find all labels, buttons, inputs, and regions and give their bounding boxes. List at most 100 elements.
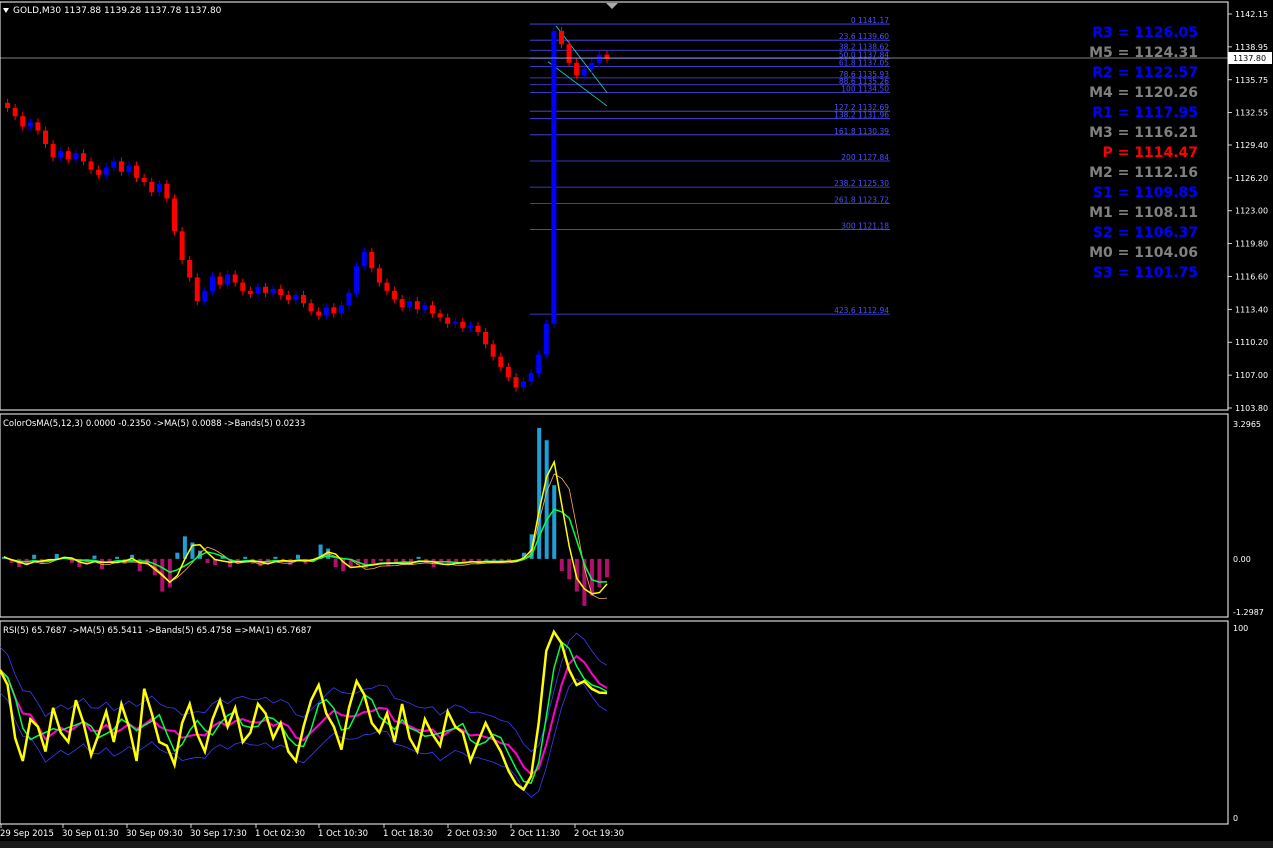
time-tick-label: 1 Oct 10:30: [318, 829, 368, 839]
price-bar-body: [156, 184, 162, 193]
price-tick-label: 1135.75: [1235, 76, 1268, 85]
fib-level-label: 200 1127.84: [841, 153, 889, 162]
osma-bar: [175, 552, 180, 559]
rsi-header: RSI(5) 65.7687 ->MA(5) 65.5411 ->Bands(5…: [3, 626, 312, 636]
price-bar-body: [498, 356, 504, 367]
time-tick-label: 30 Sep 09:30: [126, 829, 183, 839]
price-bar-body: [414, 301, 420, 310]
osma-bar: [544, 440, 549, 559]
price-bar-body: [134, 165, 140, 178]
osma-bar: [378, 558, 383, 561]
price-bar-body: [285, 294, 291, 301]
price-bar-body: [521, 381, 527, 388]
pivot-level-label: S2 = 1106.37: [1093, 225, 1198, 241]
price-tick-label: 1116.60: [1235, 272, 1268, 281]
osma-bar: [597, 558, 602, 588]
osma-bar: [605, 558, 609, 578]
price-bar-body: [103, 167, 109, 175]
price-bar-body: [96, 169, 102, 175]
price-bar-body: [551, 30, 557, 324]
price-bar-body: [58, 151, 64, 158]
fib-level-label: 300 1121.18: [841, 221, 889, 230]
price-bar-body: [475, 325, 481, 332]
pivot-level-label: R2 = 1122.57: [1092, 65, 1198, 81]
price-bar-body: [316, 311, 322, 316]
price-bar-body: [513, 377, 519, 388]
pivot-level-label: S3 = 1101.75: [1093, 265, 1198, 281]
osma-bar: [205, 558, 210, 563]
price-bar-body: [5, 102, 11, 109]
price-bar-body: [460, 321, 466, 328]
price-bar-body: [301, 294, 306, 304]
price-bar-body: [80, 153, 86, 162]
time-tick-label: 2 Oct 03:30: [447, 829, 497, 839]
rsi-tick-label: 0: [1233, 814, 1238, 823]
pivot-level-label: P = 1114.47: [1102, 145, 1198, 161]
osma-bar: [469, 558, 474, 561]
price-bar-body: [528, 373, 534, 382]
time-tick-label: 1 Oct 02:30: [255, 829, 305, 839]
rsi-tick-label: 100: [1233, 624, 1248, 633]
osma-bar: [115, 556, 120, 559]
price-tick-label: 1110.20: [1235, 338, 1268, 347]
pivot-level-label: R3 = 1126.05: [1092, 25, 1198, 41]
fib-level-label: 0 1141.17: [851, 16, 889, 25]
price-bar-body: [111, 161, 117, 168]
price-tick-label: 1123.00: [1235, 207, 1268, 216]
price-bar-body: [369, 251, 375, 269]
osma-header: ColorOsMA(5,12,3) 0.0000 -0.2350 ->MA(5)…: [3, 419, 305, 429]
osma-bar: [167, 558, 172, 588]
price-bar-body: [164, 184, 170, 199]
bottom-tab-bar[interactable]: [0, 841, 1273, 848]
price-bar-body: [483, 331, 489, 345]
price-bar-body: [43, 130, 49, 144]
price-tick-label: 1103.80: [1235, 404, 1268, 413]
price-bar-body: [452, 321, 458, 324]
fib-level-label: 61.8 1137.05: [839, 58, 889, 67]
osma-bar: [552, 485, 557, 559]
osma-bar: [32, 554, 37, 559]
price-bar-body: [232, 274, 238, 283]
pivot-level-label: R1 = 1117.95: [1092, 105, 1198, 121]
price-bar-body: [118, 161, 124, 172]
osma-bar: [416, 556, 421, 559]
price-bar-body: [536, 354, 542, 374]
price-bar-body: [270, 288, 276, 293]
time-tick-label: 2 Oct 11:30: [510, 829, 560, 839]
osma-bar: [333, 558, 338, 568]
main-header: GOLD,M30 1137.88 1139.28 1137.78 1137.80: [13, 6, 222, 16]
osma-bar: [567, 558, 572, 580]
price-tick-label: 1113.40: [1235, 305, 1268, 314]
pivot-level-label: M1 = 1108.11: [1089, 205, 1198, 221]
price-bar-body: [187, 260, 193, 278]
price-bar-body: [202, 290, 208, 302]
price-bar-body: [596, 54, 602, 63]
current-price-label: 1137.80: [1233, 54, 1266, 63]
price-bar-body: [354, 266, 360, 293]
price-bar-body: [445, 317, 451, 324]
fib-level-label: 138.2 1131.96: [834, 111, 889, 120]
time-tick-label: 30 Sep 01:30: [62, 829, 119, 839]
fib-level-label: 100 1134.50: [841, 85, 889, 94]
osma-tick-label: -1.2987: [1233, 608, 1264, 617]
price-bar-body: [65, 151, 71, 160]
price-bar-body: [126, 165, 132, 172]
price-tick-label: 1107.00: [1235, 371, 1268, 380]
fib-level-label: 238.2 1125.30: [834, 179, 889, 188]
price-bar-body: [392, 290, 398, 300]
chart-canvas[interactable]: GOLD,M30 1137.88 1139.28 1137.78 1137.80…: [0, 0, 1273, 848]
price-bar-body: [20, 116, 26, 127]
price-bar-body: [384, 282, 390, 291]
price-bar-body: [217, 276, 223, 285]
price-bar-body: [505, 366, 511, 378]
osma-bar: [559, 558, 564, 572]
price-bar-body: [225, 274, 231, 285]
price-tick-label: 1126.20: [1235, 174, 1268, 183]
price-tick-label: 1129.40: [1235, 141, 1268, 150]
fib-level-label: 23.6 1139.60: [839, 32, 889, 41]
price-bar-body: [589, 62, 595, 69]
time-tick-label: 1 Oct 18:30: [383, 829, 433, 839]
price-bar-body: [566, 44, 572, 63]
osma-tick-label: 3.2965: [1233, 420, 1261, 429]
price-tick-label: 1138.95: [1235, 43, 1268, 52]
